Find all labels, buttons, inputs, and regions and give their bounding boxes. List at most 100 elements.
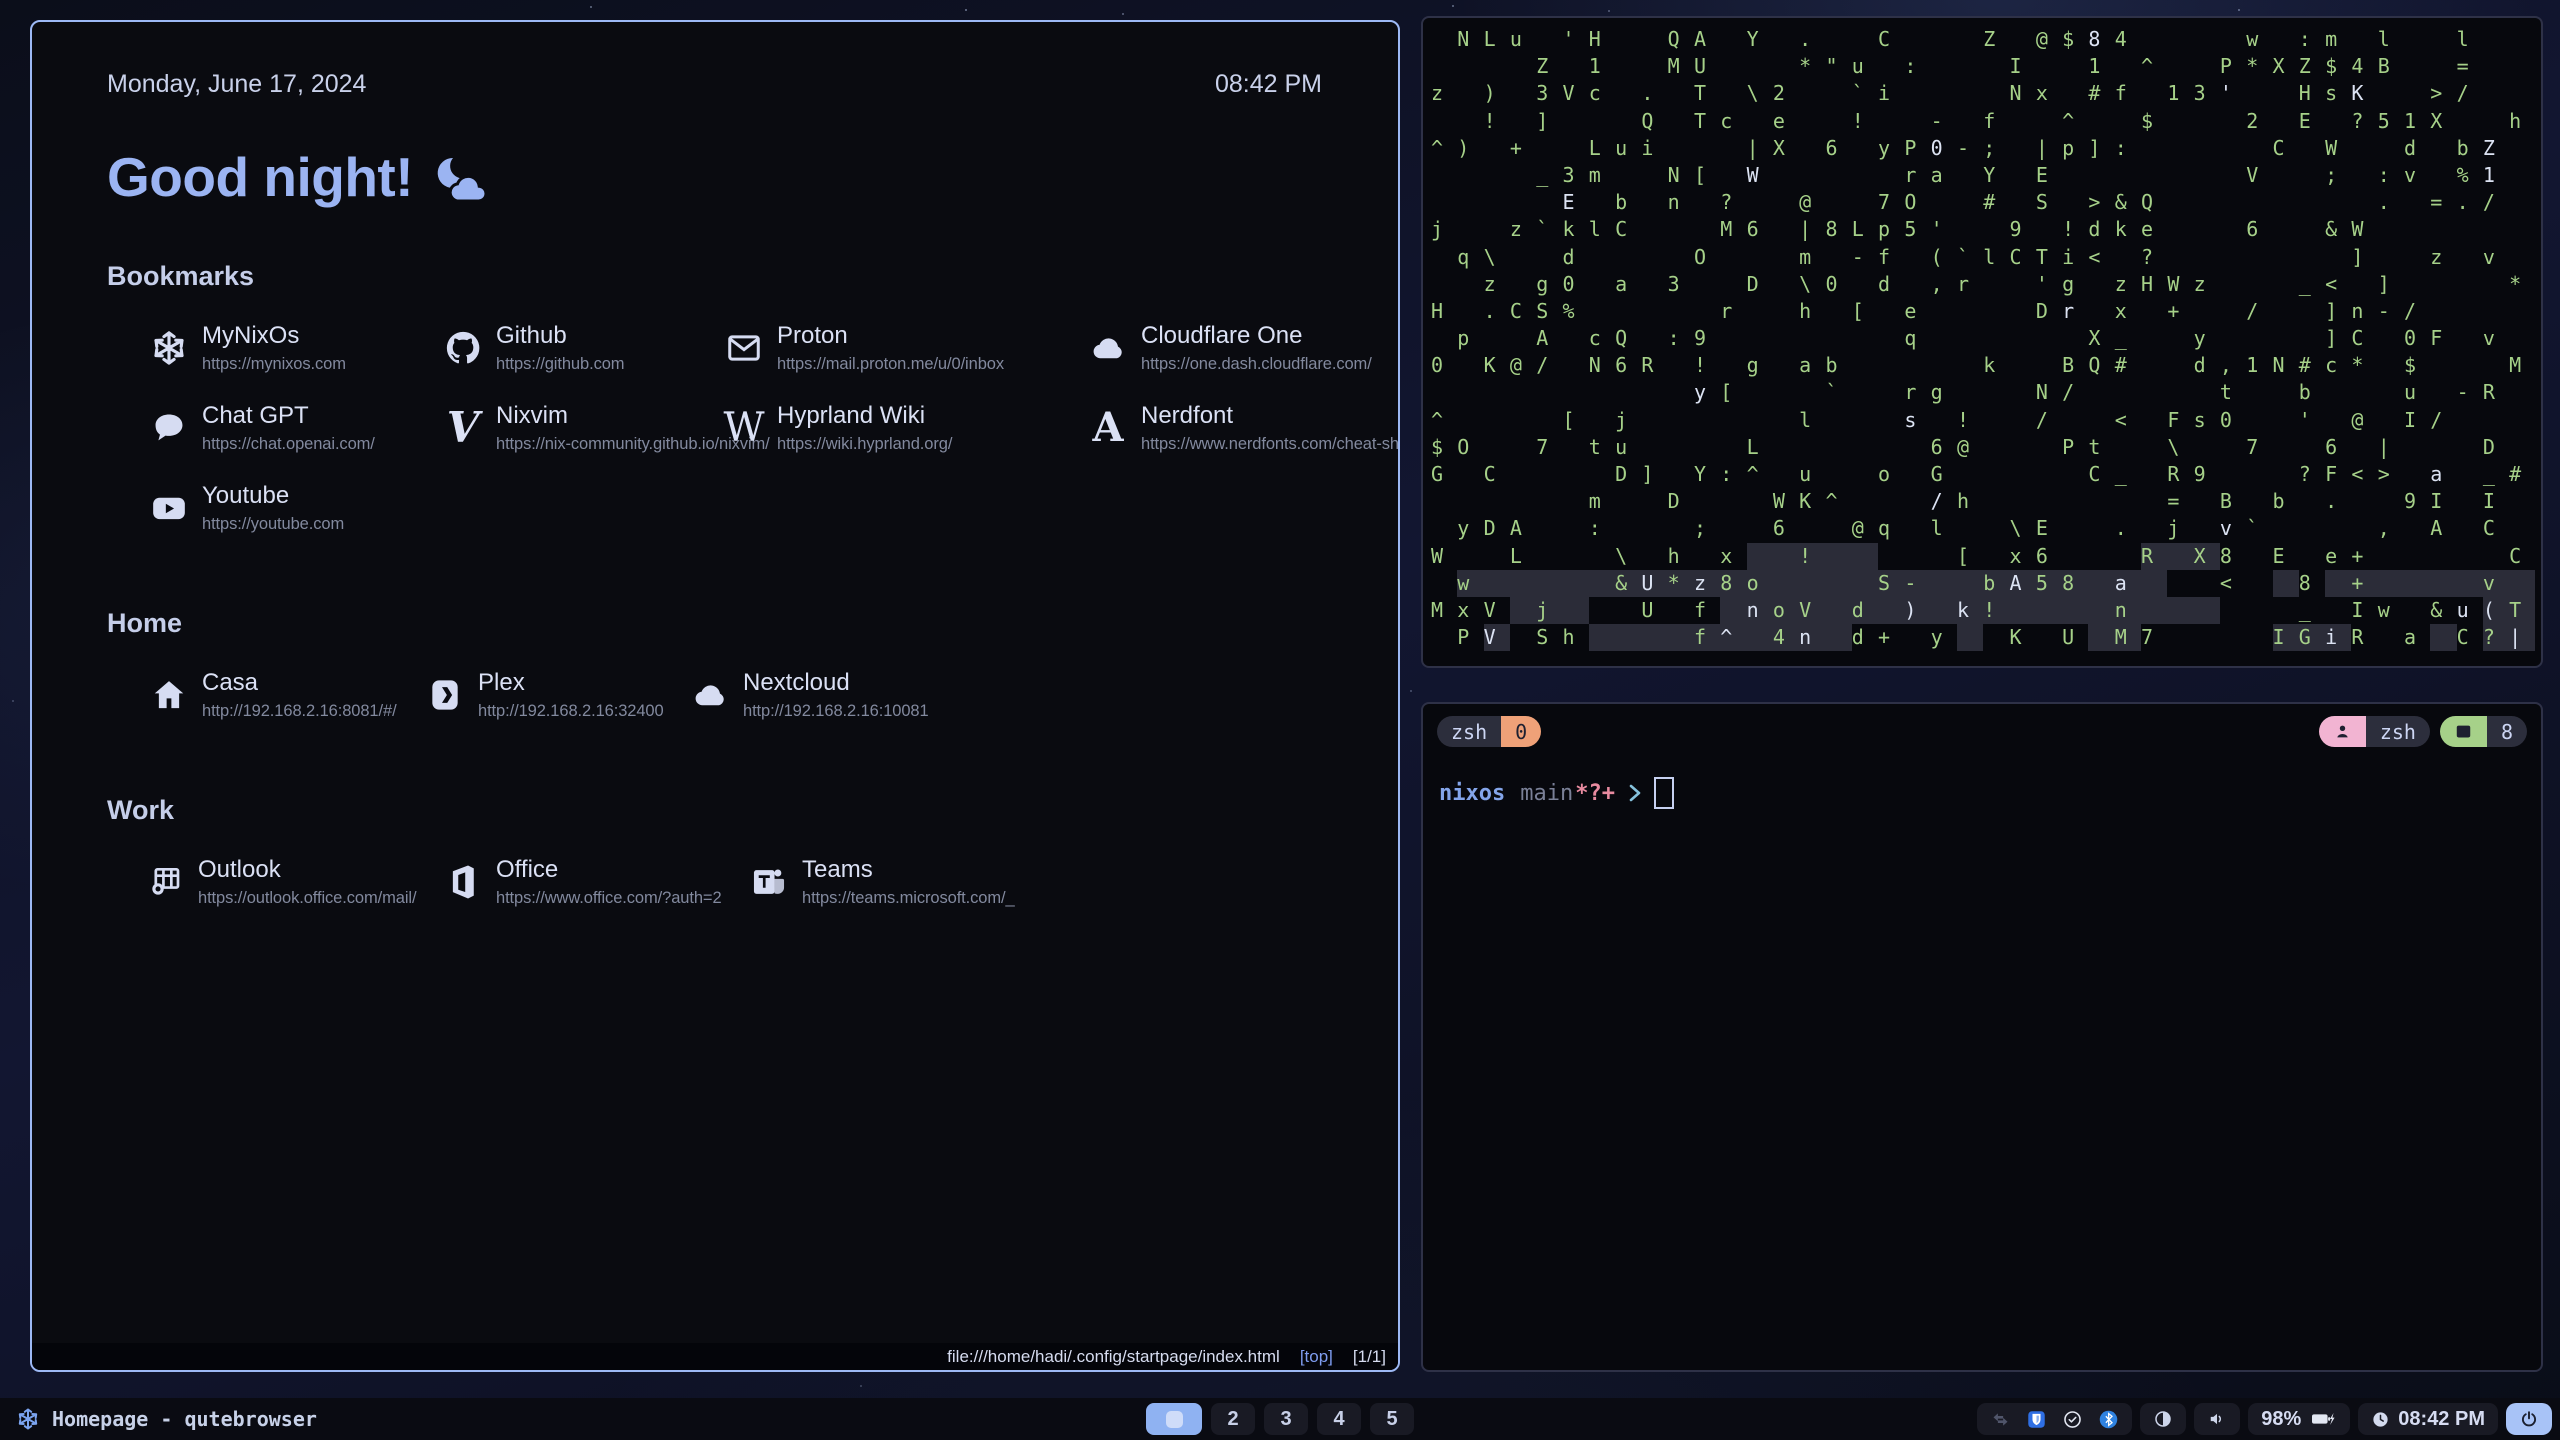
section-title: Home (107, 608, 1358, 639)
bookmark-url: https://nix-community.github.io/nixvim/ (496, 435, 721, 454)
contrast-icon (2153, 1409, 2173, 1429)
workspace-5-button[interactable]: 5 (1370, 1403, 1414, 1435)
volume-control[interactable] (2194, 1403, 2240, 1435)
bookmark-url: http://192.168.2.16:8081/#/ (202, 702, 397, 721)
workspace-3-button[interactable]: 3 (1264, 1403, 1308, 1435)
wikipedia-icon: W (721, 405, 767, 451)
bookmark-name: Github (496, 322, 624, 350)
bookmark-office[interactable]: Office https://www.office.com/?auth=2 (440, 856, 746, 908)
prompt-host: nixos (1439, 781, 1505, 806)
section-bookmarks: BookmarksMyNixOshttps://mynixos.comGithu… (107, 261, 1358, 534)
active-window-title: Homepage - qutebrowser (52, 1407, 317, 1431)
workspace-4-button[interactable]: 4 (1317, 1403, 1361, 1435)
power-icon (2519, 1409, 2539, 1429)
time-label: 08:42 PM (1215, 70, 1322, 99)
section-work: Work Outlook https://outlook.office.com/ma… (107, 795, 1358, 908)
bookmark-name: Teams (802, 856, 1015, 884)
bookmark-outlook[interactable]: Outlook https://outlook.office.com/mail/ (142, 856, 440, 908)
bitwarden-tray-icon[interactable] (2026, 1409, 2047, 1430)
tab-index: 0 (1501, 716, 1541, 747)
greeting-heading: Good night! (107, 145, 1358, 209)
bookmark-cloudflare-one[interactable]: Cloudflare Onehttps://one.dash.cloudflar… (1085, 322, 1400, 374)
prompt-git-status: *?+ (1575, 781, 1615, 806)
section-home: Home Casa http://192.168.2.16:8081/#/ Plex h… (107, 608, 1358, 721)
nixos-logo-icon (16, 1407, 40, 1431)
tab-indicator-8[interactable]: 8 (2440, 716, 2527, 747)
battery-percent: 98% (2261, 1408, 2301, 1431)
prompt-chevron-icon (1628, 782, 1642, 804)
bookmark-chat-gpt[interactable]: Chat GPThttps://chat.openai.com/ (146, 402, 440, 454)
bookmark-url: https://wiki.hyprland.org/ (777, 435, 952, 454)
nixos-icon (146, 325, 192, 371)
bookmark-url: https://teams.microsoft.com/_ (802, 889, 1015, 908)
workspace-1-button[interactable] (1146, 1403, 1202, 1435)
tab-indicator-zsh[interactable]: zsh (2319, 716, 2430, 747)
statusbar-url: file:///home/hadi/.config/startpage/inde… (947, 1347, 1280, 1367)
tab-zsh[interactable]: zsh 0 (1437, 716, 1541, 747)
workspace-switcher: 2345 (1146, 1403, 1414, 1435)
bookmark-name: Nextcloud (743, 669, 929, 697)
section-title: Work (107, 795, 1358, 826)
bookmark-url: https://mynixos.com (202, 355, 346, 374)
nerdfont-icon: A (1085, 405, 1131, 451)
bookmark-name: Casa (202, 669, 397, 697)
bookmark-name: Proton (777, 322, 1004, 350)
system-tray (1977, 1403, 2132, 1435)
check-tray-icon[interactable] (2062, 1409, 2083, 1430)
shell-terminal-window[interactable]: zsh 0 zsh 8 nixos main *?+ (1421, 702, 2543, 1372)
battery-charging-icon (2309, 1408, 2337, 1430)
bookmark-name: Nerdfont (1141, 402, 1400, 430)
bookmark-url: https://outlook.office.com/mail/ (198, 889, 416, 908)
bookmark-proton[interactable]: Protonhttps://mail.proton.me/u/0/inbox (721, 322, 1085, 374)
indicator-label: 8 (2487, 716, 2527, 747)
plex-icon (422, 672, 468, 718)
indicator-label: zsh (2366, 716, 2430, 747)
tabbar-right-indicators: zsh 8 (2319, 716, 2527, 747)
teams-icon (746, 859, 792, 905)
bookmark-youtube[interactable]: Youtubehttps://youtube.com (146, 482, 440, 534)
bookmark-teams[interactable]: Teams https://teams.microsoft.com/_ (746, 856, 1358, 908)
bookmark-url: https://youtube.com (202, 515, 344, 534)
battery-indicator: 98% (2248, 1403, 2350, 1435)
bookmark-url: http://192.168.2.16:10081 (743, 702, 929, 721)
bookmark-nixvim[interactable]: V Nixvim https://nix-community.github.io/n… (440, 402, 721, 454)
bookmark-hyprland-wiki[interactable]: W Hyprland Wiki https://wiki.hyprland.org/ (721, 402, 1085, 454)
clock: 08:42 PM (2358, 1403, 2498, 1435)
moon-cloud-icon (429, 151, 487, 203)
sync-tray-icon[interactable] (1990, 1409, 2011, 1430)
bookmark-mynixos[interactable]: MyNixOshttps://mynixos.com (146, 322, 440, 374)
bookmark-nerdfont[interactable]: ANerdfonthttps://www.nerdfonts.com/cheat… (1085, 402, 1400, 454)
clock-icon (2371, 1410, 2390, 1429)
bluetooth-tray-icon[interactable] (2098, 1409, 2119, 1430)
bookmark-nextcloud[interactable]: Nextcloud http://192.168.2.16:10081 (687, 669, 1358, 721)
bookmark-url: https://www.office.com/?auth=2 (496, 889, 722, 908)
tab-title: zsh (1437, 716, 1501, 747)
bookmark-name: Outlook (198, 856, 416, 884)
power-button[interactable] (2506, 1403, 2552, 1435)
startpage-sections: BookmarksMyNixOshttps://mynixos.comGithu… (107, 261, 1358, 908)
office-icon (440, 859, 486, 905)
prompt-git-branch: main (1520, 781, 1573, 806)
matrix-terminal-window[interactable]: NLu'HQAY.CZ@$84w:mllZ1MU*"u:I1^P*XZ$4B=z… (1421, 16, 2543, 668)
night-light-toggle[interactable] (2140, 1403, 2186, 1435)
youtube-icon (146, 485, 192, 531)
matrix-rain: NLu'HQAY.CZ@$84w:mllZ1MU*"u:I1^P*XZ$4B=z… (1423, 18, 2541, 659)
bookmark-url: https://chat.openai.com/ (202, 435, 375, 454)
bookmark-plex[interactable]: Plex http://192.168.2.16:32400 (422, 669, 687, 721)
bookmark-name: Hyprland Wiki (777, 402, 952, 430)
user-icon (2319, 716, 2366, 747)
github-icon (440, 325, 486, 371)
workspace-2-button[interactable]: 2 (1211, 1403, 1255, 1435)
bookmark-name: Nixvim (496, 402, 721, 430)
bookmark-name: Plex (478, 669, 664, 697)
bookmark-github[interactable]: Githubhttps://github.com (440, 322, 721, 374)
date-label: Monday, June 17, 2024 (107, 70, 366, 99)
bookmark-name: Cloudflare One (1141, 322, 1372, 350)
terminal-cursor (1654, 777, 1674, 809)
bookmark-url: http://192.168.2.16:32400 (478, 702, 664, 721)
bookmark-casa[interactable]: Casa http://192.168.2.16:8081/#/ (146, 669, 422, 721)
cloud-icon (687, 672, 733, 718)
section-title: Bookmarks (107, 261, 1358, 292)
bookmark-name: Office (496, 856, 722, 884)
vim-icon: V (440, 405, 486, 451)
